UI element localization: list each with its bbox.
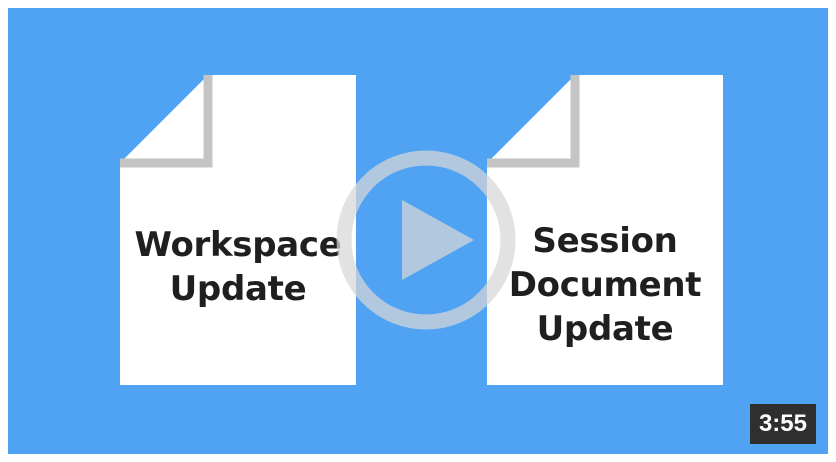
document-title-line: Update [169,269,307,309]
document-workspace-update: Workspace Update [120,75,356,385]
document-title-line: Workspace [134,225,342,265]
document-title-line: Session [532,221,678,261]
document-title: Workspace Update [120,223,356,311]
document-title: Session Document Update [487,219,723,351]
play-icon [336,150,516,330]
document-title-line: Update [536,309,674,349]
video-thumbnail[interactable]: Workspace Update Session Document Update… [8,8,828,454]
duration-badge: 3:55 [749,404,816,444]
play-button[interactable] [334,148,518,332]
document-title-line: Document [508,265,702,305]
document-session-document-update: Session Document Update [487,75,723,385]
